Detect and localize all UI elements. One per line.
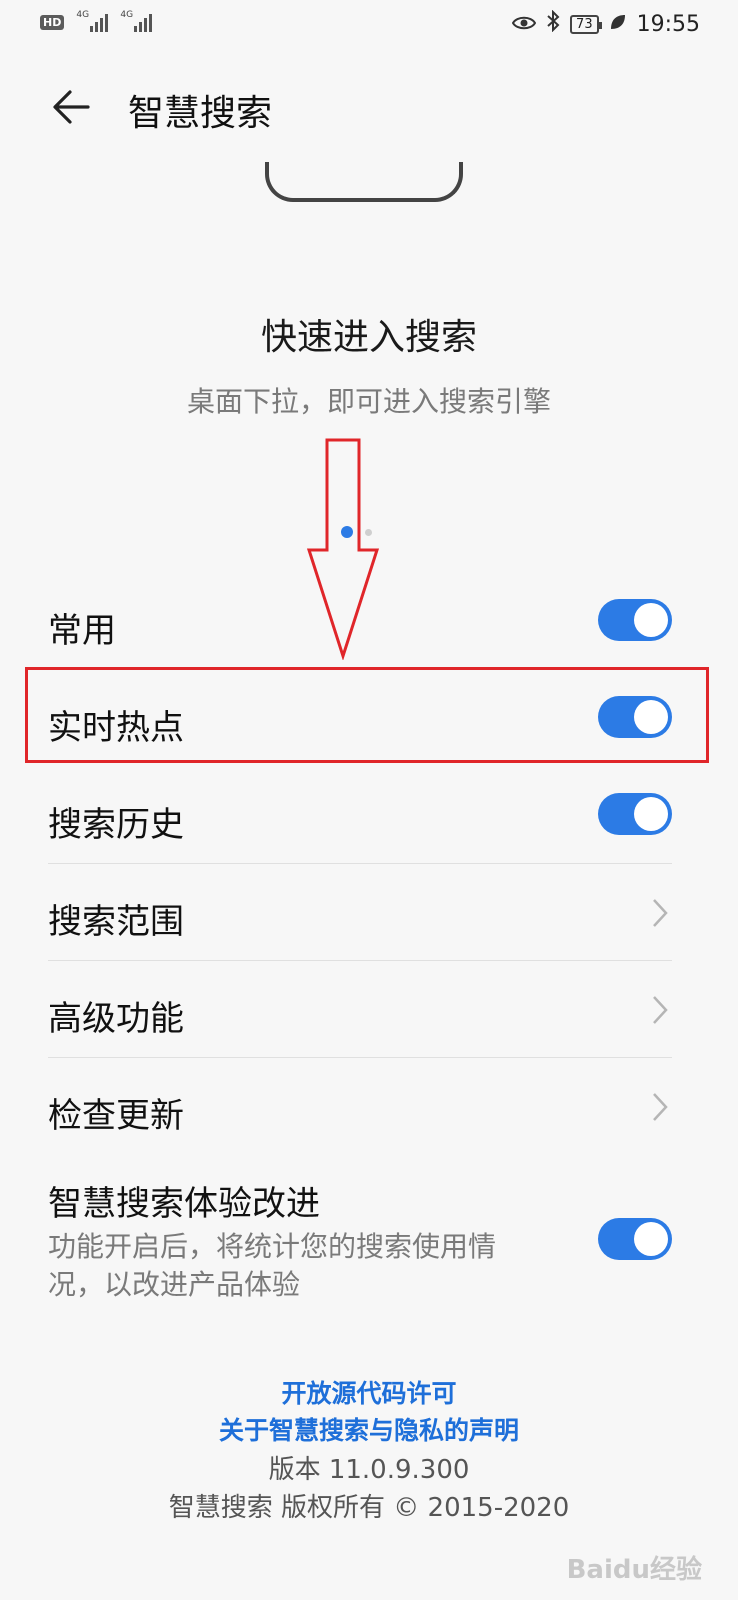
signal-icon: 4G xyxy=(76,10,109,32)
setting-row-check-update[interactable]: 检查更新 xyxy=(48,1058,672,1155)
bluetooth-icon xyxy=(546,9,560,38)
hero-subtitle: 桌面下拉，即可进入搜索引擎 xyxy=(186,385,551,418)
eye-comfort-icon xyxy=(511,12,537,37)
setting-label: 搜索历史 xyxy=(48,805,184,845)
leaf-icon xyxy=(609,12,627,37)
chevron-right-icon xyxy=(652,995,668,1029)
toggle-switch[interactable] xyxy=(598,599,672,641)
version-text: 版本 11.0.9.300 xyxy=(268,1455,470,1485)
chevron-right-icon xyxy=(652,1092,668,1126)
app-bar: 智慧搜索 xyxy=(0,60,738,160)
setting-row-search-history[interactable]: 搜索历史 xyxy=(48,767,672,864)
setting-row-advanced[interactable]: 高级功能 xyxy=(48,961,672,1058)
setting-label: 搜索范围 xyxy=(48,902,184,942)
setting-label: 常用 xyxy=(48,611,116,651)
battery-indicator: 73 xyxy=(570,14,602,34)
setting-row-search-scope[interactable]: 搜索范围 xyxy=(48,864,672,961)
privacy-statement-link[interactable]: 关于智慧搜索与隐私的声明 xyxy=(0,1411,738,1447)
setting-row-common[interactable]: 常用 xyxy=(48,573,672,670)
network-type-label: 4G xyxy=(120,10,134,20)
status-bar: HD 4G 4G 73 19:55 xyxy=(0,0,738,50)
setting-label: 高级功能 xyxy=(48,999,184,1039)
copyright-text: 智慧搜索 版权所有 © 2015-2020 xyxy=(168,1493,570,1523)
hero-headline: 快速进入搜索 xyxy=(260,317,477,358)
network-type-label: 4G xyxy=(76,10,90,20)
status-left: HD 4G 4G xyxy=(40,10,153,32)
page-indicator xyxy=(341,526,372,538)
chevron-right-icon xyxy=(652,898,668,932)
setting-label: 检查更新 xyxy=(48,1096,184,1136)
page-dot-active xyxy=(341,526,353,538)
open-source-license-link[interactable]: 开放源代码许可 xyxy=(0,1374,738,1410)
toggle-switch[interactable] xyxy=(598,793,672,835)
page-title: 智慧搜索 xyxy=(128,93,273,134)
signal-icon: 4G xyxy=(120,10,153,32)
status-right: 73 19:55 xyxy=(511,9,700,38)
phone-illustration xyxy=(265,162,463,202)
clock: 19:55 xyxy=(636,11,700,37)
page-dot-inactive xyxy=(365,528,372,536)
experience-toggle-row xyxy=(48,1192,672,1292)
annotation-highlight-box xyxy=(25,667,709,763)
back-arrow-icon[interactable] xyxy=(48,84,94,130)
hd-voice-badge: HD xyxy=(40,14,65,30)
toggle-switch[interactable] xyxy=(598,1218,672,1260)
watermark-logo: Baidu经验 xyxy=(566,1555,702,1585)
